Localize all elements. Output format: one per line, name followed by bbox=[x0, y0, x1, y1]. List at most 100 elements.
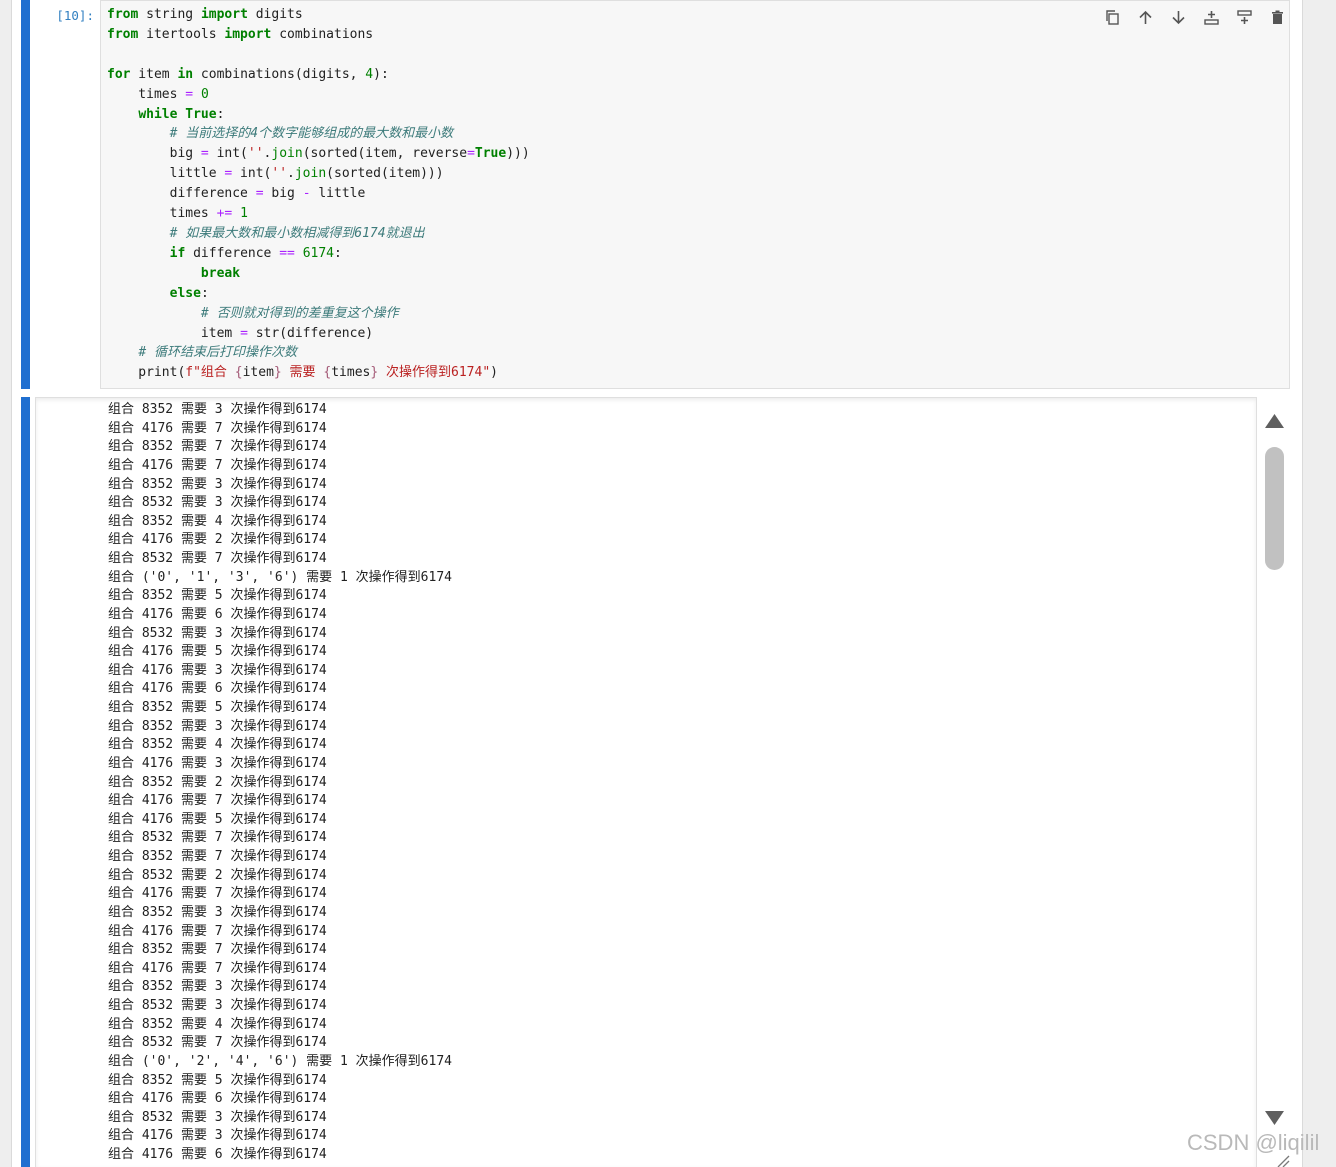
active-cell-indicator[interactable] bbox=[21, 0, 30, 389]
code-token: = bbox=[240, 325, 248, 341]
code-token: digits bbox=[247, 7, 303, 22]
code-line: # 如果最大数和最小数相减得到6174就退出 bbox=[107, 224, 530, 244]
code-token: int( bbox=[232, 166, 272, 182]
code-token: = bbox=[255, 186, 264, 202]
scroll-down-arrow-icon[interactable] bbox=[1264, 1110, 1285, 1126]
scroll-up-arrow-icon[interactable] bbox=[1264, 413, 1285, 429]
output-line: 组合 8352 需要 5 次操作得到6174 bbox=[108, 700, 327, 715]
code-token: difference bbox=[107, 186, 256, 202]
code-token: (sorted(item, reverse bbox=[302, 146, 468, 162]
duplicate-cell-button[interactable] bbox=[1100, 6, 1124, 28]
output-line: 组合 8352 需要 7 次操作得到6174 bbox=[108, 439, 327, 455]
output-line: 组合 8352 需要 3 次操作得到6174 bbox=[108, 718, 327, 734]
code-token: True bbox=[474, 146, 507, 162]
code-line: # 循环结束后打印操作次数 bbox=[107, 343, 530, 363]
trash-icon bbox=[1271, 10, 1283, 24]
code-token: int( bbox=[208, 146, 248, 162]
code-token: ): bbox=[373, 66, 389, 82]
code-line: break bbox=[107, 264, 530, 284]
code-token: import bbox=[224, 26, 272, 42]
right-gutter bbox=[1302, 0, 1336, 1167]
code-token: break bbox=[200, 265, 241, 281]
code-token: for bbox=[107, 66, 131, 82]
code-token: times bbox=[107, 86, 186, 102]
output-area[interactable]: 组合 8352 需要 3 次操作得到6174 组合 4176 需要 7 次操作得到… bbox=[35, 397, 1257, 1167]
code-token: } bbox=[370, 365, 379, 381]
code-token: difference bbox=[185, 245, 280, 261]
output-line: 组合 8352 需要 2 次操作得到6174 bbox=[108, 774, 327, 790]
code-token: ))) bbox=[506, 146, 530, 162]
insert-cell-above-button[interactable] bbox=[1199, 6, 1223, 28]
output-line: 组合 8352 需要 3 次操作得到6174 bbox=[108, 402, 327, 417]
watermark: CSDN @liqilil bbox=[1187, 1130, 1320, 1155]
output-line: 组合 8352 需要 7 次操作得到6174 bbox=[108, 849, 327, 864]
code-token: - bbox=[302, 186, 311, 202]
code-token: big bbox=[107, 146, 201, 162]
code-content[interactable]: from string import digits from itertools … bbox=[107, 5, 530, 383]
code-token: # 否则就对得到的差重复这个操作 bbox=[200, 305, 399, 321]
code-token: ) bbox=[490, 365, 498, 381]
output-line: 组合 8532 需要 7 次操作得到6174 bbox=[108, 551, 327, 566]
code-token: little bbox=[107, 166, 225, 182]
output-line: 组合 8352 需要 4 次操作得到6174 bbox=[108, 737, 327, 753]
output-line: 组合 4176 需要 6 次操作得到6174 bbox=[108, 606, 327, 622]
scrollbar-thumb[interactable] bbox=[1265, 447, 1284, 570]
code-line: times += 1 bbox=[107, 204, 530, 224]
output-line: 组合 4176 需要 3 次操作得到6174 bbox=[108, 755, 327, 771]
code-token: '' bbox=[247, 146, 264, 162]
code-token: # 当前选择的4个数字能够组成的最大数和最小数 bbox=[169, 126, 454, 142]
output-line: 组合 8352 需要 4 次操作得到6174 bbox=[108, 1016, 327, 1032]
insert-below-icon bbox=[1236, 9, 1252, 24]
code-token: = bbox=[200, 146, 209, 162]
code-token: = bbox=[467, 146, 475, 162]
code-token: str(difference) bbox=[247, 325, 374, 341]
code-token: : bbox=[334, 245, 342, 261]
code-token: (sorted(item))) bbox=[326, 166, 444, 182]
move-cell-down-button[interactable] bbox=[1166, 6, 1190, 28]
code-token: f"组合 bbox=[185, 365, 235, 381]
code-token: times bbox=[331, 365, 371, 381]
move-cell-up-button[interactable] bbox=[1133, 6, 1157, 28]
code-token: 需要 bbox=[281, 365, 324, 381]
output-line: 组合 8352 需要 5 次操作得到6174 bbox=[108, 588, 327, 604]
code-line: little = int(''.join(sorted(item))) bbox=[107, 164, 530, 184]
code-token: string bbox=[138, 7, 201, 22]
output-line: 组合 8352 需要 3 次操作得到6174 bbox=[108, 904, 327, 920]
output-line: 组合 4176 需要 5 次操作得到6174 bbox=[108, 811, 327, 827]
code-line: else: bbox=[107, 284, 530, 304]
insert-above-icon bbox=[1203, 10, 1219, 25]
left-gutter bbox=[0, 0, 12, 1167]
code-token: itertools bbox=[138, 26, 225, 42]
insert-cell-below-button[interactable] bbox=[1232, 6, 1256, 28]
code-line: # 否则就对得到的差重复这个操作 bbox=[107, 304, 530, 324]
output-line: 组合 4176 需要 7 次操作得到6174 bbox=[108, 793, 327, 809]
output-line: 组合 4176 需要 7 次操作得到6174 bbox=[108, 886, 327, 902]
output-line: 组合 ('0', '1', '3', '6') 需要 1 次操作得到6174 bbox=[108, 569, 452, 585]
output-line: 组合 8352 需要 7 次操作得到6174 bbox=[108, 942, 327, 958]
code-token: item bbox=[130, 66, 178, 82]
output-line: 组合 8532 需要 2 次操作得到6174 bbox=[108, 867, 327, 883]
code-line: if difference == 6174: bbox=[107, 244, 530, 264]
code-token: True bbox=[185, 106, 217, 122]
code-token: 0 bbox=[200, 86, 209, 102]
code-token: big bbox=[263, 186, 303, 202]
output-collapse-bar[interactable] bbox=[21, 397, 30, 1167]
output-line: 组合 8532 需要 3 次操作得到6174 bbox=[108, 1109, 327, 1125]
code-token: little bbox=[310, 186, 366, 202]
code-token: . bbox=[287, 166, 295, 182]
output-line: 组合 8532 需要 3 次操作得到6174 bbox=[108, 625, 327, 641]
code-line: big = int(''.join(sorted(item, reverse=T… bbox=[107, 144, 530, 164]
output-text: 组合 8352 需要 3 次操作得到6174 组合 4176 需要 7 次操作得到… bbox=[108, 401, 452, 1165]
code-line: print(f"组合 {item} 需要 {times} 次操作得到6174") bbox=[107, 363, 530, 383]
output-line: 组合 4176 需要 2 次操作得到6174 bbox=[108, 532, 327, 548]
delete-cell-button[interactable] bbox=[1265, 6, 1289, 28]
code-line: ​ bbox=[107, 45, 530, 65]
